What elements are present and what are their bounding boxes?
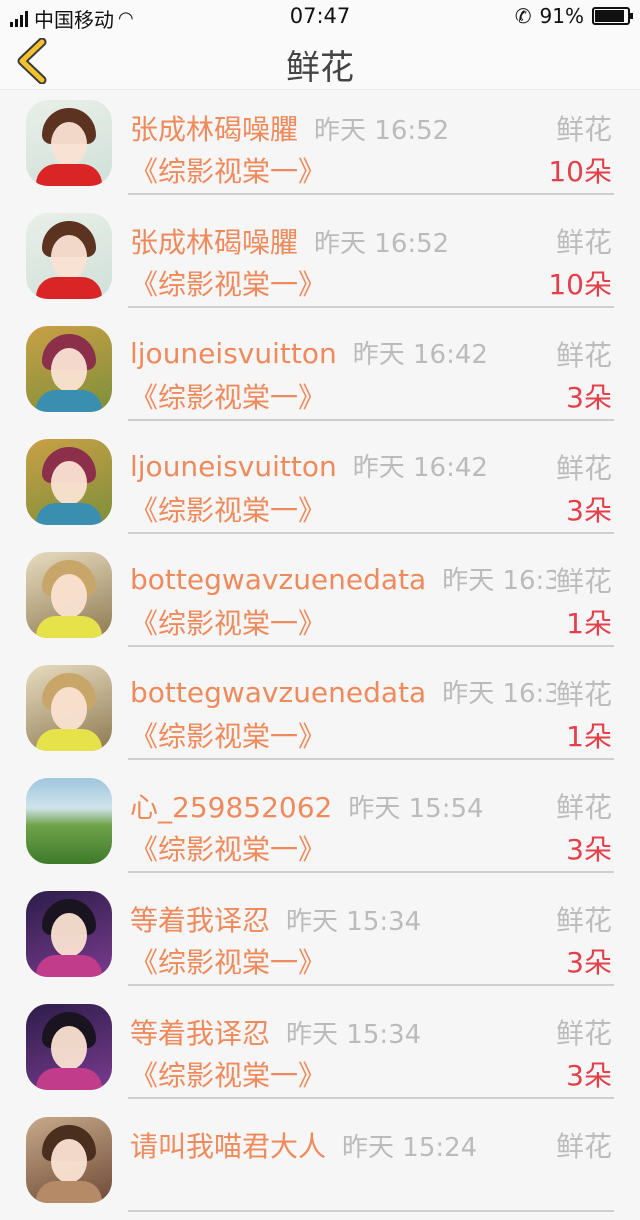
- nav-header: 鲜花: [0, 32, 640, 90]
- gift-type: 鲜花: [555, 673, 612, 713]
- avatar[interactable]: [26, 439, 112, 525]
- gift-type: 鲜花: [555, 1012, 612, 1052]
- phone-hd-icon: ✆: [514, 4, 532, 28]
- sender-name-text: ljouneisvuitton: [130, 337, 337, 370]
- sender-name-text: ljouneisvuitton: [130, 450, 337, 483]
- sender-name[interactable]: 张成林碣噪臞 昨天 16:52: [130, 221, 449, 261]
- sender-name[interactable]: 心_259852062 昨天 15:54: [130, 786, 484, 826]
- work-title[interactable]: 《综影视棠一》: [130, 602, 326, 642]
- work-title[interactable]: 《综影视棠一》: [130, 489, 326, 529]
- gift-count: 1朵: [566, 720, 612, 753]
- list-item[interactable]: 张成林碣噪臞 昨天 16:52 鲜花《综影视棠一》 10朵: [0, 90, 640, 203]
- gift-count: 3朵: [566, 381, 612, 414]
- divider: [128, 532, 614, 534]
- divider: [128, 419, 614, 421]
- list-item[interactable]: ljouneisvuitton 昨天 16:42 鲜花《综影视棠一》 3朵: [0, 429, 640, 542]
- avatar[interactable]: [26, 891, 112, 977]
- gift-count: 10朵: [548, 155, 612, 188]
- list-item[interactable]: bottegwavzuenedata 昨天 16:38 鲜花《综影视棠一》 1朵: [0, 542, 640, 655]
- gift-count: 10朵: [548, 268, 612, 301]
- sender-name-text: bottegwavzuenedata: [130, 676, 427, 709]
- sender-name[interactable]: 等着我译忍 昨天 15:34: [130, 1012, 421, 1052]
- sender-name-text: 心_259852062: [130, 791, 333, 824]
- status-bar: 中国移动 ◠ 07:47 ✆ 91%: [0, 0, 640, 32]
- flower-list: 张成林碣噪臞 昨天 16:52 鲜花 《综影视棠一》 10朵 张成林碣噪臞 昨天 16:52…: [0, 90, 640, 1220]
- list-item[interactable]: bottegwavzuenedata 昨天 16:38 鲜花《综影视棠一》 1朵: [0, 655, 640, 768]
- avatar[interactable]: [26, 552, 112, 638]
- timestamp: 昨天 16:42: [352, 453, 488, 483]
- sender-name-text: 请叫我喵君大人: [130, 1130, 327, 1163]
- avatar[interactable]: [26, 778, 112, 864]
- gift-count: 3朵: [566, 946, 612, 979]
- list-item[interactable]: 请叫我喵君大人 昨天 15:24 鲜花: [0, 1107, 640, 1220]
- divider: [128, 984, 614, 986]
- status-right: ✆ 91%: [514, 4, 633, 28]
- sender-name-text: 张成林碣噪臞: [130, 113, 299, 146]
- gift-type: 鲜花: [555, 1125, 612, 1165]
- divider: [128, 193, 614, 195]
- avatar[interactable]: [26, 1004, 112, 1090]
- gift-type: 鲜花: [555, 447, 612, 487]
- gift-type: 鲜花: [555, 221, 612, 261]
- sender-name[interactable]: 张成林碣噪臞 昨天 16:52: [130, 108, 449, 148]
- timestamp: 昨天 16:42: [352, 340, 488, 370]
- avatar[interactable]: [26, 213, 112, 299]
- battery-percent: 91%: [539, 4, 584, 28]
- sender-name[interactable]: bottegwavzuenedata 昨天 16:38: [130, 673, 577, 710]
- page-title: 鲜花: [286, 48, 354, 88]
- gift-count: 3朵: [566, 494, 612, 527]
- avatar[interactable]: [26, 665, 112, 751]
- timestamp: 昨天 16:52: [314, 116, 450, 146]
- gift-type: 鲜花: [555, 560, 612, 600]
- list-item[interactable]: 等着我译忍 昨天 15:34 鲜花《综影视棠一》 3朵: [0, 881, 640, 994]
- sender-name-text: bottegwavzuenedata: [130, 563, 427, 596]
- list-item[interactable]: ljouneisvuitton 昨天 16:42 鲜花《综影视棠一》 3朵: [0, 316, 640, 429]
- sender-name[interactable]: ljouneisvuitton 昨天 16:42: [130, 334, 488, 371]
- gift-type: 鲜花: [555, 108, 612, 148]
- sender-name[interactable]: 等着我译忍 昨天 15:34: [130, 899, 421, 939]
- gift-type: 鲜花: [555, 786, 612, 826]
- list-item[interactable]: 心_259852062 昨天 15:54 鲜花《综影视棠一》 3朵: [0, 768, 640, 881]
- avatar[interactable]: [26, 326, 112, 412]
- divider: [128, 758, 614, 760]
- sender-name-text: 等着我译忍: [130, 1017, 271, 1050]
- gift-count: 1朵: [566, 607, 612, 640]
- work-title[interactable]: 《综影视棠一》: [130, 1054, 326, 1094]
- battery-icon: [592, 7, 633, 25]
- sender-name[interactable]: ljouneisvuitton 昨天 16:42: [130, 447, 488, 484]
- timestamp: 昨天 16:52: [314, 229, 450, 259]
- work-title[interactable]: 《综影视棠一》: [130, 376, 326, 416]
- timestamp: 昨天 15:34: [286, 907, 422, 937]
- gift-type: 鲜花: [555, 899, 612, 939]
- sender-name-text: 等着我译忍: [130, 904, 271, 937]
- avatar[interactable]: [26, 100, 112, 186]
- work-title[interactable]: 《综影视棠一》: [130, 263, 326, 303]
- gift-type: 鲜花: [555, 334, 612, 374]
- gift-count: 3朵: [566, 1059, 612, 1092]
- work-title[interactable]: 《综影视棠一》: [130, 150, 326, 190]
- list-item[interactable]: 等着我译忍 昨天 15:34 鲜花《综影视棠一》 3朵: [0, 994, 640, 1107]
- gift-count: 3朵: [566, 833, 612, 866]
- timestamp: 昨天 15:54: [348, 794, 484, 824]
- divider: [128, 645, 614, 647]
- sender-name-text: 张成林碣噪臞: [130, 226, 299, 259]
- divider: [128, 1097, 614, 1099]
- work-title[interactable]: 《综影视棠一》: [130, 715, 326, 755]
- sender-name[interactable]: 请叫我喵君大人 昨天 15:24: [130, 1125, 477, 1165]
- work-title[interactable]: 《综影视棠一》: [130, 941, 326, 981]
- sender-name[interactable]: bottegwavzuenedata 昨天 16:38: [130, 560, 577, 597]
- work-title[interactable]: 《综影视棠一》: [130, 828, 326, 868]
- divider: [128, 871, 614, 873]
- timestamp: 昨天 15:34: [286, 1020, 422, 1050]
- divider: [128, 1210, 614, 1212]
- list-item[interactable]: 张成林碣噪臞 昨天 16:52 鲜花《综影视棠一》 10朵: [0, 203, 640, 316]
- divider: [128, 306, 614, 308]
- avatar[interactable]: [26, 1117, 112, 1203]
